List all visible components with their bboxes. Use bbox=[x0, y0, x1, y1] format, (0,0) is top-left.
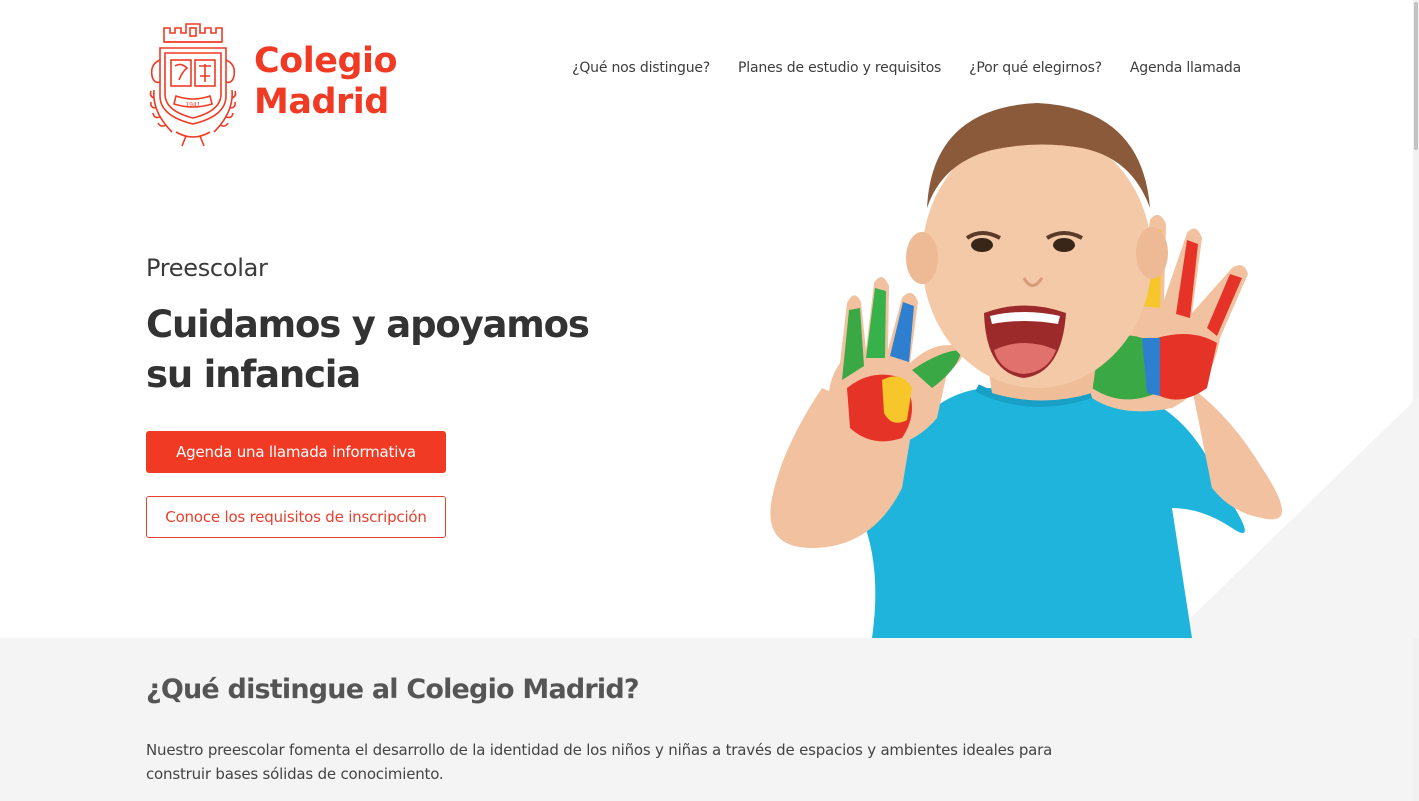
section-heading: ¿Qué distingue al Colegio Madrid? bbox=[146, 674, 640, 705]
enrollment-requirements-button[interactable]: Conoce los requisitos de inscripción bbox=[146, 496, 446, 538]
school-name-line1: Colegio bbox=[254, 41, 398, 81]
schedule-call-button[interactable]: Agenda una llamada informativa bbox=[146, 431, 446, 473]
nav-item-distingue[interactable]: ¿Qué nos distingue? bbox=[572, 60, 710, 76]
section-body: Nuestro preescolar fomenta el desarrollo… bbox=[146, 741, 1053, 783]
page: 1941 Colegio Madrid ¿Qué nos distingue? … bbox=[0, 0, 1419, 801]
hero-title: Cuidamos y apoyamos su infancia bbox=[146, 303, 590, 396]
logo-link[interactable]: 1941 Colegio Madrid bbox=[146, 20, 398, 148]
school-name-line2: Madrid bbox=[254, 82, 389, 122]
hero-eyebrow: Preescolar bbox=[146, 254, 268, 282]
scrollbar-thumb[interactable] bbox=[1414, 2, 1418, 150]
school-crest-icon: 1941 bbox=[149, 23, 237, 147]
crest-year: 1941 bbox=[185, 102, 200, 109]
hero-image bbox=[770, 103, 1282, 638]
main-nav: ¿Qué nos distingue? Planes de estudio y … bbox=[572, 60, 1241, 76]
distinguishes-section: ¿Qué distingue al Colegio Madrid? Nuestr… bbox=[0, 638, 1413, 801]
nav-item-planes[interactable]: Planes de estudio y requisitos bbox=[738, 60, 941, 76]
nav-item-elegirnos[interactable]: ¿Por qué elegirnos? bbox=[969, 60, 1102, 76]
school-name: Colegio Madrid bbox=[254, 41, 398, 123]
nav-item-agenda[interactable]: Agenda llamada bbox=[1130, 60, 1241, 76]
